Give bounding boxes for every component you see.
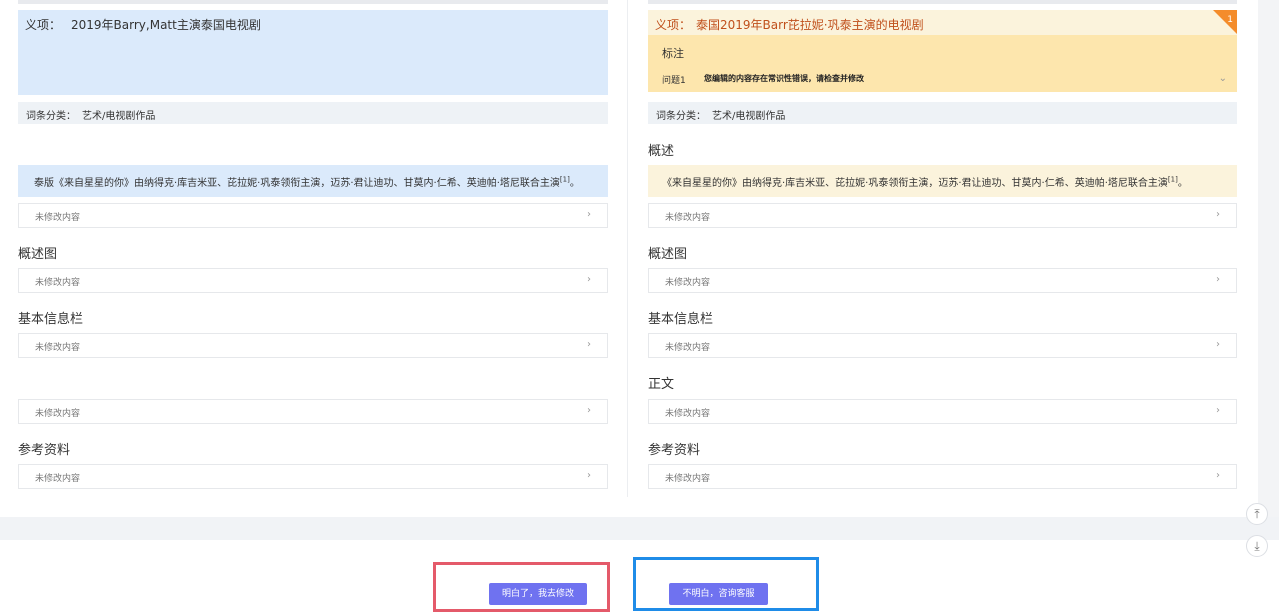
chevron-right-icon: › (587, 470, 591, 481)
consult-support-button[interactable]: 不明白，咨询客服 (669, 583, 768, 605)
left-heading-basic-info: 基本信息栏 (18, 312, 84, 327)
unmodified-label: 未修改内容 (35, 278, 81, 288)
left-summary-ref[interactable]: [1] (560, 176, 570, 184)
chevron-right-icon: › (1216, 274, 1220, 285)
back-to-top-icon[interactable]: ⤒ (1246, 503, 1268, 525)
right-top-strip (648, 0, 1237, 4)
right-category-value: 艺术/电视剧作品 (712, 111, 786, 122)
left-yixiang-label: 义项： (25, 18, 62, 32)
left-heading-overview-image: 概述图 (18, 247, 58, 262)
right-heading-overview-image: 概述图 (648, 247, 688, 262)
unmodified-label: 未修改内容 (35, 213, 81, 223)
left-yixiang-value: 2019年Barry,Matt主演泰国电视剧 (71, 18, 261, 32)
right-unmodified-row-basic-info[interactable]: 未修改内容 › (648, 333, 1237, 358)
chevron-right-icon: › (587, 274, 591, 285)
review-area: 义项： 2019年Barry,Matt主演泰国电视剧 词条分类： 艺术/电视剧作品 … (0, 0, 1279, 540)
left-summary-box: 泰版《来自星星的你》由纳得克·库吉米亚、芘拉妮·巩泰领衔主演，迈苏·君让迪功、甘… (18, 165, 608, 197)
go-to-bottom-icon[interactable]: ⤓ (1246, 535, 1268, 557)
chevron-right-icon: › (587, 339, 591, 350)
annotation-title: 标注 (662, 47, 684, 60)
left-heading-references: 参考资料 (18, 443, 71, 458)
left-unmodified-row-references[interactable]: 未修改内容 › (18, 464, 608, 489)
right-yixiang-value: 泰国2019年Barr芘拉妮·巩泰主演的电视剧 (696, 18, 924, 32)
right-unmodified-row-references[interactable]: 未修改内容 › (648, 464, 1237, 489)
right-summary-ref[interactable]: [1] (1168, 176, 1178, 184)
right-category-bar: 词条分类： 艺术/电视剧作品 (648, 102, 1237, 124)
unmodified-label: 未修改内容 (35, 409, 81, 419)
unmodified-label: 未修改内容 (35, 343, 81, 353)
left-top-strip (18, 0, 608, 4)
left-category-bar: 词条分类： 艺术/电视剧作品 (18, 102, 608, 124)
right-category-label: 词条分类： (656, 111, 706, 122)
unmodified-label: 未修改内容 (665, 213, 711, 223)
chevron-right-icon: › (1216, 339, 1220, 350)
unmodified-label: 未修改内容 (665, 278, 711, 288)
chevron-right-icon: › (1216, 470, 1220, 481)
right-unmodified-row-overview-image[interactable]: 未修改内容 › (648, 268, 1237, 293)
unmodified-label: 未修改内容 (665, 409, 711, 419)
annotation-question-text: 您编辑的内容存在常识性错误，请检查并修改 (704, 74, 864, 83)
left-summary-text: 泰版《来自星星的你》由纳得克·库吉米亚、芘拉妮·巩泰领衔主演，迈苏·君让迪功、甘… (34, 178, 560, 189)
unmodified-label: 未修改内容 (665, 343, 711, 353)
right-unmodified-row-body[interactable]: 未修改内容 › (648, 399, 1237, 424)
page-scrollbar-track[interactable] (1258, 0, 1279, 517)
understood-edit-button[interactable]: 明白了，我去修改 (489, 583, 587, 605)
annotation-count-badge (1213, 10, 1237, 34)
right-yixiang-label: 义项： (655, 18, 692, 32)
chevron-right-icon: › (587, 405, 591, 416)
chevron-right-icon: › (1216, 209, 1220, 220)
right-summary-box: 《来自星星的你》由纳得克·库吉米亚、芘拉妮·巩泰领衔主演，迈苏·君让迪功、甘莫内… (648, 165, 1237, 197)
right-yixiang-box: 义项： 泰国2019年Barr芘拉妮·巩泰主演的电视剧 1 (648, 10, 1237, 35)
left-unmodified-row-overview-image[interactable]: 未修改内容 › (18, 268, 608, 293)
right-heading-basic-info: 基本信息栏 (648, 312, 714, 327)
column-divider (627, 0, 628, 497)
annotation-question-label: 问题1 (662, 76, 686, 86)
annotation-panel[interactable]: 标注 问题1 您编辑的内容存在常识性错误，请检查并修改 ⌄ (648, 35, 1237, 92)
left-unmodified-row-body[interactable]: 未修改内容 › (18, 399, 608, 424)
right-summary-end: 。 (1177, 178, 1188, 189)
chevron-right-icon: › (587, 209, 591, 220)
left-yixiang-box: 义项： 2019年Barry,Matt主演泰国电视剧 (18, 10, 608, 95)
chevron-right-icon: › (1216, 405, 1220, 416)
right-heading-overview: 概述 (648, 144, 675, 159)
annotation-count: 1 (1227, 15, 1233, 25)
right-unmodified-row-overview[interactable]: 未修改内容 › (648, 203, 1237, 228)
unmodified-label: 未修改内容 (665, 474, 711, 484)
left-unmodified-row-basic-info[interactable]: 未修改内容 › (18, 333, 608, 358)
left-category-value: 艺术/电视剧作品 (82, 111, 156, 122)
left-unmodified-row-overview[interactable]: 未修改内容 › (18, 203, 608, 228)
unmodified-label: 未修改内容 (35, 474, 81, 484)
right-heading-references: 参考资料 (648, 443, 701, 458)
left-category-label: 词条分类： (26, 111, 76, 122)
right-summary-text: 《来自星星的你》由纳得克·库吉米亚、芘拉妮·巩泰领衔主演，迈苏·君让迪功、甘莫内… (662, 178, 1168, 189)
left-summary-end: 。 (569, 178, 580, 189)
right-heading-body: 正文 (648, 377, 675, 392)
chevron-down-icon[interactable]: ⌄ (1219, 73, 1227, 84)
comparison-panel: 义项： 2019年Barry,Matt主演泰国电视剧 词条分类： 艺术/电视剧作品 … (0, 0, 1258, 517)
